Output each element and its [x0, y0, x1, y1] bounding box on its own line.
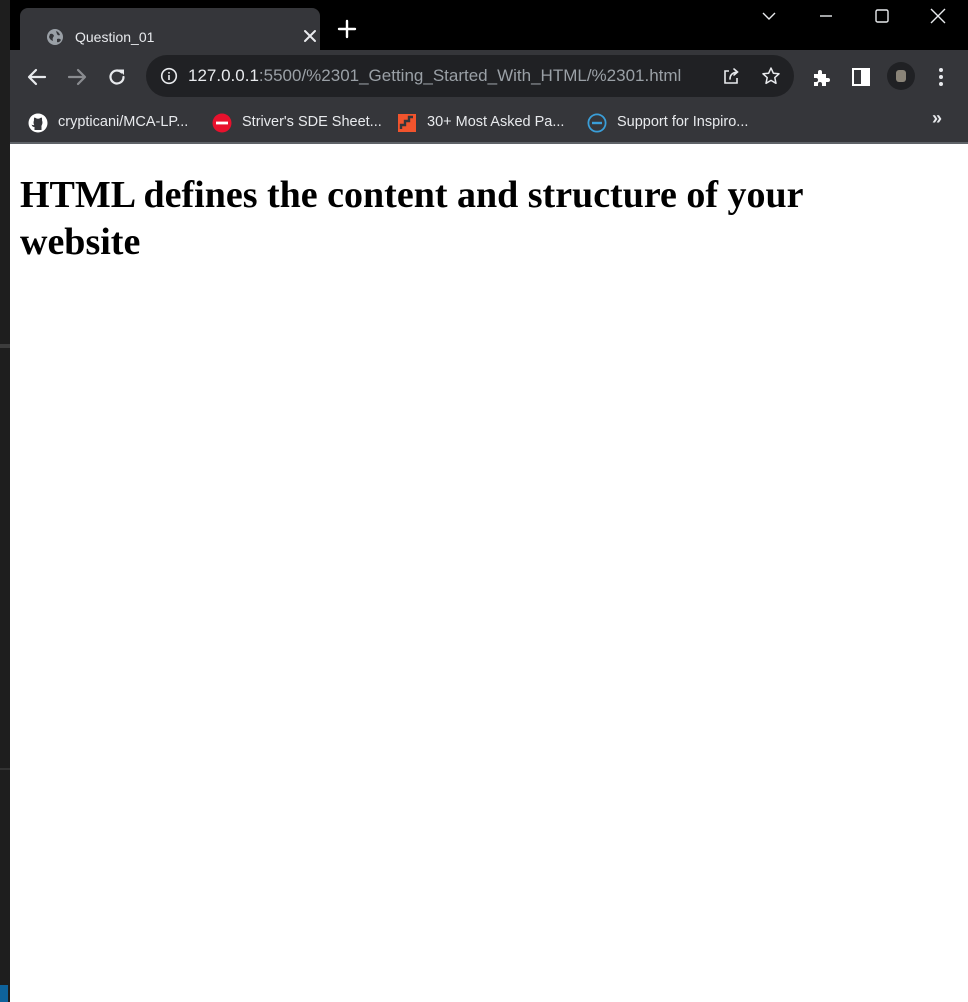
url-path: :5500/%2301_Getting_Started_With_HTML/%2… — [258, 66, 682, 85]
bookmark-label: 30+ Most Asked Pa... — [427, 114, 565, 130]
forward-arrow-icon[interactable] — [66, 66, 88, 88]
toolbar: 127.0.0.1:5500/%2301_Getting_Started_Wit… — [10, 50, 968, 102]
side-panel-icon[interactable] — [850, 66, 872, 88]
dell-icon — [587, 113, 607, 133]
address-bar[interactable]: 127.0.0.1:5500/%2301_Getting_Started_Wit… — [146, 55, 794, 97]
back-arrow-icon[interactable] — [26, 66, 48, 88]
page-heading: HTML defines the content and structure o… — [20, 174, 803, 263]
stairs-logo-icon — [398, 114, 416, 132]
maximize-icon[interactable] — [872, 6, 892, 26]
bookmark-star-icon[interactable] — [761, 66, 781, 86]
profile-avatar[interactable] — [887, 62, 915, 90]
url-host: 127.0.0.1 — [188, 66, 259, 85]
browser-window: Question_01 127.0.0.1:5500/%2301_Getting… — [10, 0, 968, 1002]
tab-strip: Question_01 — [10, 0, 968, 50]
share-icon[interactable] — [721, 66, 741, 86]
site-info-icon[interactable] — [160, 67, 178, 85]
page-content: HTML defines the content and structure o… — [10, 144, 968, 1002]
github-icon — [28, 113, 48, 133]
tab-active[interactable]: Question_01 — [20, 8, 320, 50]
globe-icon — [47, 29, 63, 45]
bookmarks-overflow-chevron[interactable]: » — [932, 108, 942, 129]
tab-title: Question_01 — [75, 29, 155, 45]
editor-side-strip — [0, 0, 10, 1002]
avatar-image — [896, 70, 906, 82]
more-menu-icon[interactable] — [930, 66, 952, 88]
bookmark-label: Striver's SDE Sheet... — [242, 114, 382, 130]
strip-marker — [0, 344, 10, 348]
bookmark-label: Support for Inspiro... — [617, 114, 749, 130]
bookmark-label: crypticani/MCA-LP... — [58, 114, 189, 130]
close-tab-icon[interactable] — [302, 28, 318, 44]
strip-marker — [0, 768, 10, 770]
bookmarks-bar: crypticani/MCA-LP... Striver's SDE Sheet… — [10, 102, 968, 144]
extensions-puzzle-icon[interactable] — [811, 66, 833, 88]
tuf-icon — [212, 113, 232, 133]
url-text[interactable]: 127.0.0.1:5500/%2301_Getting_Started_Wit… — [188, 66, 681, 86]
tab-search-icon[interactable] — [759, 6, 779, 26]
new-tab-icon[interactable] — [336, 18, 358, 40]
close-window-icon[interactable] — [928, 6, 948, 26]
minimize-icon[interactable] — [816, 6, 836, 26]
strip-marker — [0, 985, 8, 1002]
reload-icon[interactable] — [106, 66, 128, 88]
